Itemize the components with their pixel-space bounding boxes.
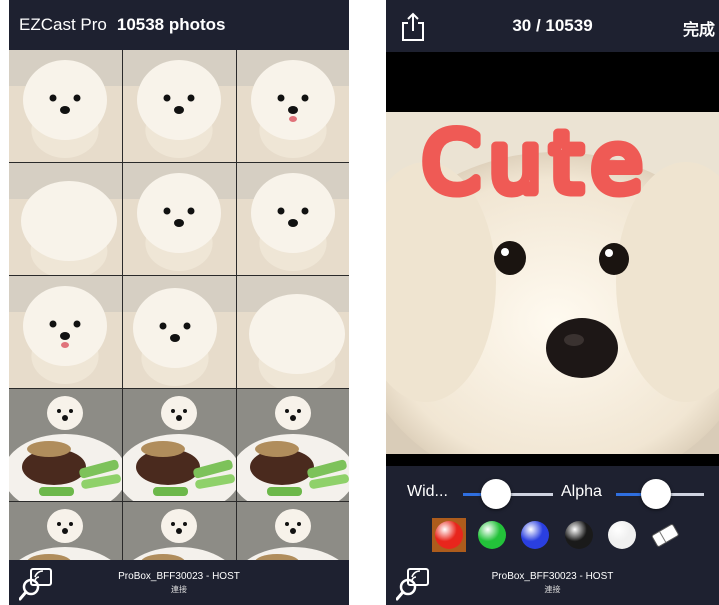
device-name: ProBox_BFF30023 - HOST — [491, 571, 614, 582]
editor-screen: 30 / 10539 完成 Cute Wid... Alpha ProBox_B… — [386, 0, 719, 605]
photo-thumbnail[interactable] — [123, 389, 236, 501]
alpha-label: Alpha — [561, 483, 602, 500]
photo-thumbnail[interactable] — [237, 163, 349, 275]
photo-thumbnail[interactable] — [9, 276, 122, 388]
photo-canvas[interactable]: Cute — [386, 112, 719, 454]
connection-bar: ProBox_BFF30023 - HOST 連接 — [9, 560, 349, 605]
photo-thumbnail[interactable] — [9, 389, 122, 501]
editor-header: 30 / 10539 完成 — [386, 0, 719, 52]
letterbox-top — [386, 52, 719, 112]
photo-thumbnail[interactable] — [123, 276, 236, 388]
color-swatch-red[interactable] — [432, 518, 466, 552]
width-slider-knob[interactable] — [481, 479, 512, 509]
eraser-icon[interactable] — [648, 518, 682, 552]
photo-thumbnail[interactable] — [9, 163, 122, 275]
color-swatch-green[interactable] — [475, 518, 509, 552]
width-label: Wid... — [407, 483, 448, 500]
photo-thumbnail[interactable] — [9, 502, 122, 560]
photo-thumbnail[interactable] — [123, 502, 236, 560]
photo-thumbnail[interactable] — [123, 163, 236, 275]
photo-thumbnail[interactable] — [237, 389, 349, 501]
device-name: ProBox_BFF30023 - HOST — [118, 571, 240, 582]
photo-grid — [9, 50, 349, 560]
photo-thumbnail[interactable] — [237, 50, 349, 162]
letterbox-bottom — [386, 454, 719, 466]
photo-thumbnail[interactable] — [123, 50, 236, 162]
dog-photo: Cute — [386, 112, 719, 454]
color-swatch-blue[interactable] — [518, 518, 552, 552]
connection-bar: ProBox_BFF30023 - HOST 連接 — [386, 560, 719, 605]
done-button[interactable]: 完成 — [683, 16, 715, 40]
color-swatch-black[interactable] — [562, 518, 596, 552]
annotation-text: Cute — [422, 114, 651, 212]
photo-thumbnail[interactable] — [237, 276, 349, 388]
drawing-toolbar: Wid... Alpha — [386, 466, 719, 560]
gallery-header: EZCast Pro 10538 photos — [9, 0, 349, 50]
connection-status: 連接 — [171, 585, 187, 594]
photo-thumbnail[interactable] — [237, 502, 349, 560]
connection-status: 連接 — [544, 585, 561, 594]
alpha-slider-knob[interactable] — [640, 479, 671, 509]
color-swatch-white[interactable] — [605, 518, 639, 552]
photo-thumbnail[interactable] — [9, 50, 122, 162]
app-title: EZCast Pro — [19, 15, 107, 34]
photo-pager: 30 / 10539 — [512, 16, 593, 35]
photo-count: 10538 photos — [116, 15, 226, 34]
gallery-screen: EZCast Pro 10538 photos ProBox_BFF30023 … — [9, 0, 349, 605]
